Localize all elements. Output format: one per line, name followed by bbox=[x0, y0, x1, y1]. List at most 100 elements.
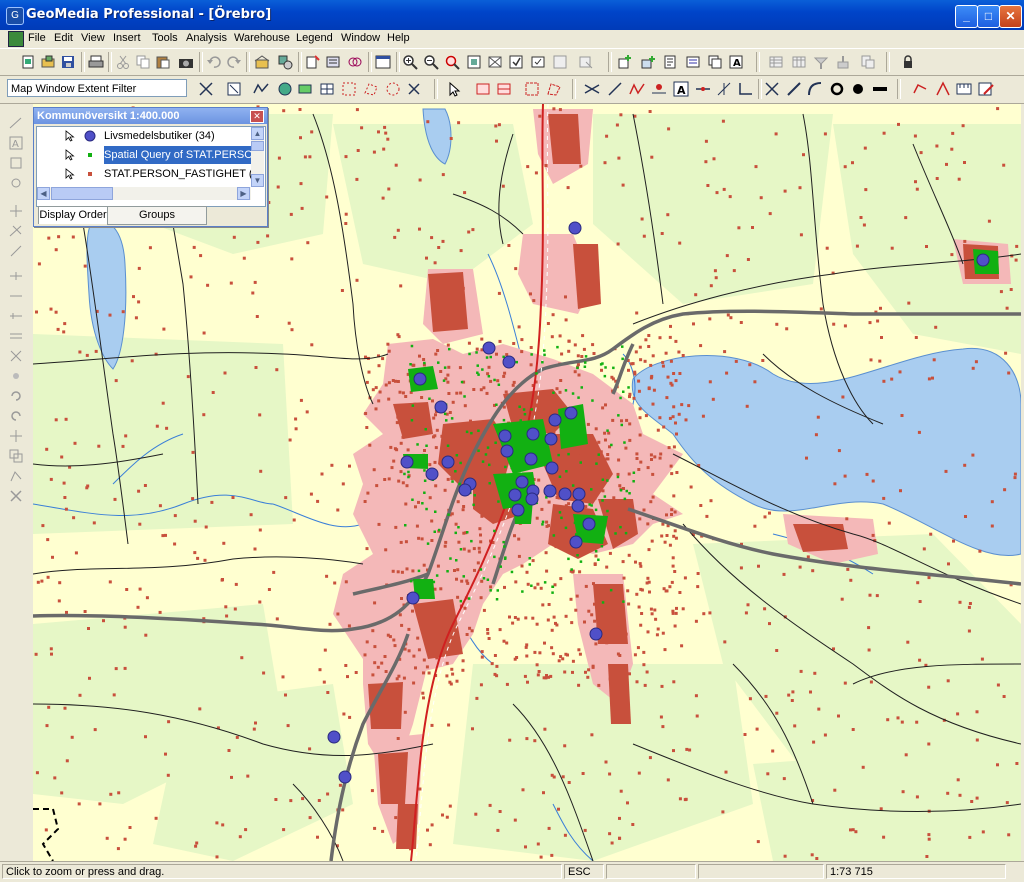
line-tool-icon[interactable] bbox=[9, 116, 23, 130]
paste-icon[interactable] bbox=[155, 54, 171, 70]
map-window-icon[interactable] bbox=[375, 54, 391, 70]
angle-icon[interactable] bbox=[737, 81, 753, 97]
properties-icon[interactable] bbox=[552, 54, 568, 70]
label-tool-icon[interactable] bbox=[9, 156, 23, 170]
legend-entry-property[interactable]: STAT.PERSON_FASTIGHET (135 bbox=[37, 165, 254, 183]
scroll-thumb[interactable] bbox=[51, 187, 113, 200]
offset-tool-icon[interactable] bbox=[9, 329, 23, 343]
grocery-store-marker[interactable] bbox=[406, 591, 420, 605]
copy-icon[interactable] bbox=[135, 54, 151, 70]
grocery-store-marker[interactable] bbox=[338, 770, 352, 784]
grocery-store-marker[interactable] bbox=[976, 253, 990, 267]
minimize-button[interactable]: _ bbox=[955, 5, 978, 28]
menu-help[interactable]: Help bbox=[387, 32, 410, 44]
pan-icon[interactable] bbox=[487, 54, 503, 70]
menu-edit[interactable]: Edit bbox=[54, 32, 73, 44]
point-on-line-icon[interactable] bbox=[651, 81, 667, 97]
grid-icon[interactable] bbox=[319, 81, 335, 97]
data-window-icon[interactable] bbox=[768, 54, 784, 70]
grocery-store-marker[interactable] bbox=[458, 483, 472, 497]
grocery-store-marker[interactable] bbox=[508, 488, 522, 502]
legend-entry-spatial-query[interactable]: Spatial Query of STAT.PERSON_ bbox=[37, 146, 254, 164]
poly-fence-icon[interactable] bbox=[546, 81, 562, 97]
grocery-store-marker[interactable] bbox=[544, 432, 558, 446]
filled-circle-icon[interactable] bbox=[850, 81, 866, 97]
layout-icon[interactable] bbox=[707, 54, 723, 70]
grocery-store-marker[interactable] bbox=[558, 487, 572, 501]
scroll-left-icon[interactable]: ◀ bbox=[37, 187, 50, 200]
spatial-query-icon[interactable] bbox=[347, 54, 363, 70]
insert-label-icon[interactable] bbox=[685, 54, 701, 70]
text-box-icon[interactable]: A bbox=[728, 54, 744, 70]
grocery-store-marker[interactable] bbox=[502, 355, 516, 369]
straight-line-icon[interactable] bbox=[786, 81, 802, 97]
pointer-icon[interactable] bbox=[446, 81, 462, 97]
grocery-store-marker[interactable] bbox=[425, 467, 439, 481]
grocery-store-marker[interactable] bbox=[434, 400, 448, 414]
grocery-store-marker[interactable] bbox=[511, 503, 525, 517]
multi-select-icon[interactable] bbox=[496, 81, 512, 97]
grocery-store-marker[interactable] bbox=[327, 730, 341, 744]
grocery-store-marker[interactable] bbox=[482, 341, 496, 355]
maximize-button[interactable]: □ bbox=[977, 5, 1000, 28]
clear-icon[interactable] bbox=[9, 489, 23, 503]
draw-line-icon[interactable] bbox=[607, 81, 623, 97]
tab-groups[interactable]: Groups bbox=[107, 206, 207, 225]
menu-insert[interactable]: Insert bbox=[113, 32, 141, 44]
menu-tools[interactable]: Tools bbox=[152, 32, 178, 44]
grocery-store-marker[interactable] bbox=[571, 499, 585, 513]
polyline-icon[interactable] bbox=[629, 81, 645, 97]
menu-warehouse[interactable]: Warehouse bbox=[234, 32, 290, 44]
extend-line-icon[interactable] bbox=[716, 81, 732, 97]
edit-text-icon[interactable] bbox=[978, 81, 994, 97]
grocery-store-marker[interactable] bbox=[515, 475, 529, 489]
menu-file[interactable]: File bbox=[28, 32, 46, 44]
scroll-thumb[interactable] bbox=[251, 141, 264, 151]
text-annotation-icon[interactable]: A bbox=[673, 81, 689, 97]
measure-icon[interactable] bbox=[956, 81, 972, 97]
fence-select-icon[interactable] bbox=[524, 81, 540, 97]
snap-icon[interactable] bbox=[578, 54, 594, 70]
fit-all-icon[interactable] bbox=[466, 54, 482, 70]
circle-icon[interactable] bbox=[829, 81, 845, 97]
grocery-store-marker[interactable] bbox=[589, 627, 603, 641]
zoom-previous-icon[interactable] bbox=[444, 54, 460, 70]
menu-window[interactable]: Window bbox=[341, 32, 380, 44]
insert-text-icon[interactable] bbox=[662, 54, 678, 70]
grocery-store-marker[interactable] bbox=[568, 221, 582, 235]
text-tool-icon[interactable]: A bbox=[9, 136, 23, 150]
insert-area-icon[interactable] bbox=[640, 54, 656, 70]
grocery-store-marker[interactable] bbox=[543, 484, 557, 498]
feature-select-icon[interactable] bbox=[475, 81, 491, 97]
menu-view[interactable]: View bbox=[81, 32, 105, 44]
move-icon[interactable] bbox=[9, 429, 23, 443]
zoom-in-icon[interactable] bbox=[402, 54, 418, 70]
grocery-store-marker[interactable] bbox=[500, 444, 514, 458]
new-query-icon[interactable] bbox=[305, 54, 321, 70]
document-icon[interactable] bbox=[8, 31, 24, 47]
grocery-store-marker[interactable] bbox=[526, 427, 540, 441]
grocery-store-marker[interactable] bbox=[525, 492, 539, 506]
attribute-query-icon[interactable] bbox=[325, 54, 341, 70]
split-tool-icon[interactable] bbox=[9, 269, 23, 283]
continue-geometry-icon[interactable] bbox=[935, 81, 951, 97]
redo-icon[interactable] bbox=[226, 54, 242, 70]
insert-vertex-icon[interactable] bbox=[9, 369, 23, 383]
split-line-icon[interactable] bbox=[695, 81, 711, 97]
arc-icon[interactable] bbox=[807, 81, 823, 97]
resize-grip-icon[interactable] bbox=[1008, 864, 1022, 879]
grocery-store-marker[interactable] bbox=[548, 413, 562, 427]
cut-icon[interactable] bbox=[115, 54, 131, 70]
redigitize-icon[interactable] bbox=[9, 469, 23, 483]
tab-display-order[interactable]: Display Order bbox=[38, 206, 108, 224]
grocery-store-marker[interactable] bbox=[400, 455, 414, 469]
grocery-store-marker[interactable] bbox=[441, 455, 455, 469]
route-icon[interactable] bbox=[297, 81, 313, 97]
menu-analysis[interactable]: Analysis bbox=[186, 32, 227, 44]
grocery-store-marker[interactable] bbox=[582, 517, 596, 531]
undo-icon[interactable] bbox=[206, 54, 222, 70]
trim-tool-icon[interactable] bbox=[9, 224, 23, 238]
intersect-icon[interactable] bbox=[584, 81, 600, 97]
select-tool-icon[interactable] bbox=[406, 81, 422, 97]
select-set-icon[interactable] bbox=[530, 54, 546, 70]
